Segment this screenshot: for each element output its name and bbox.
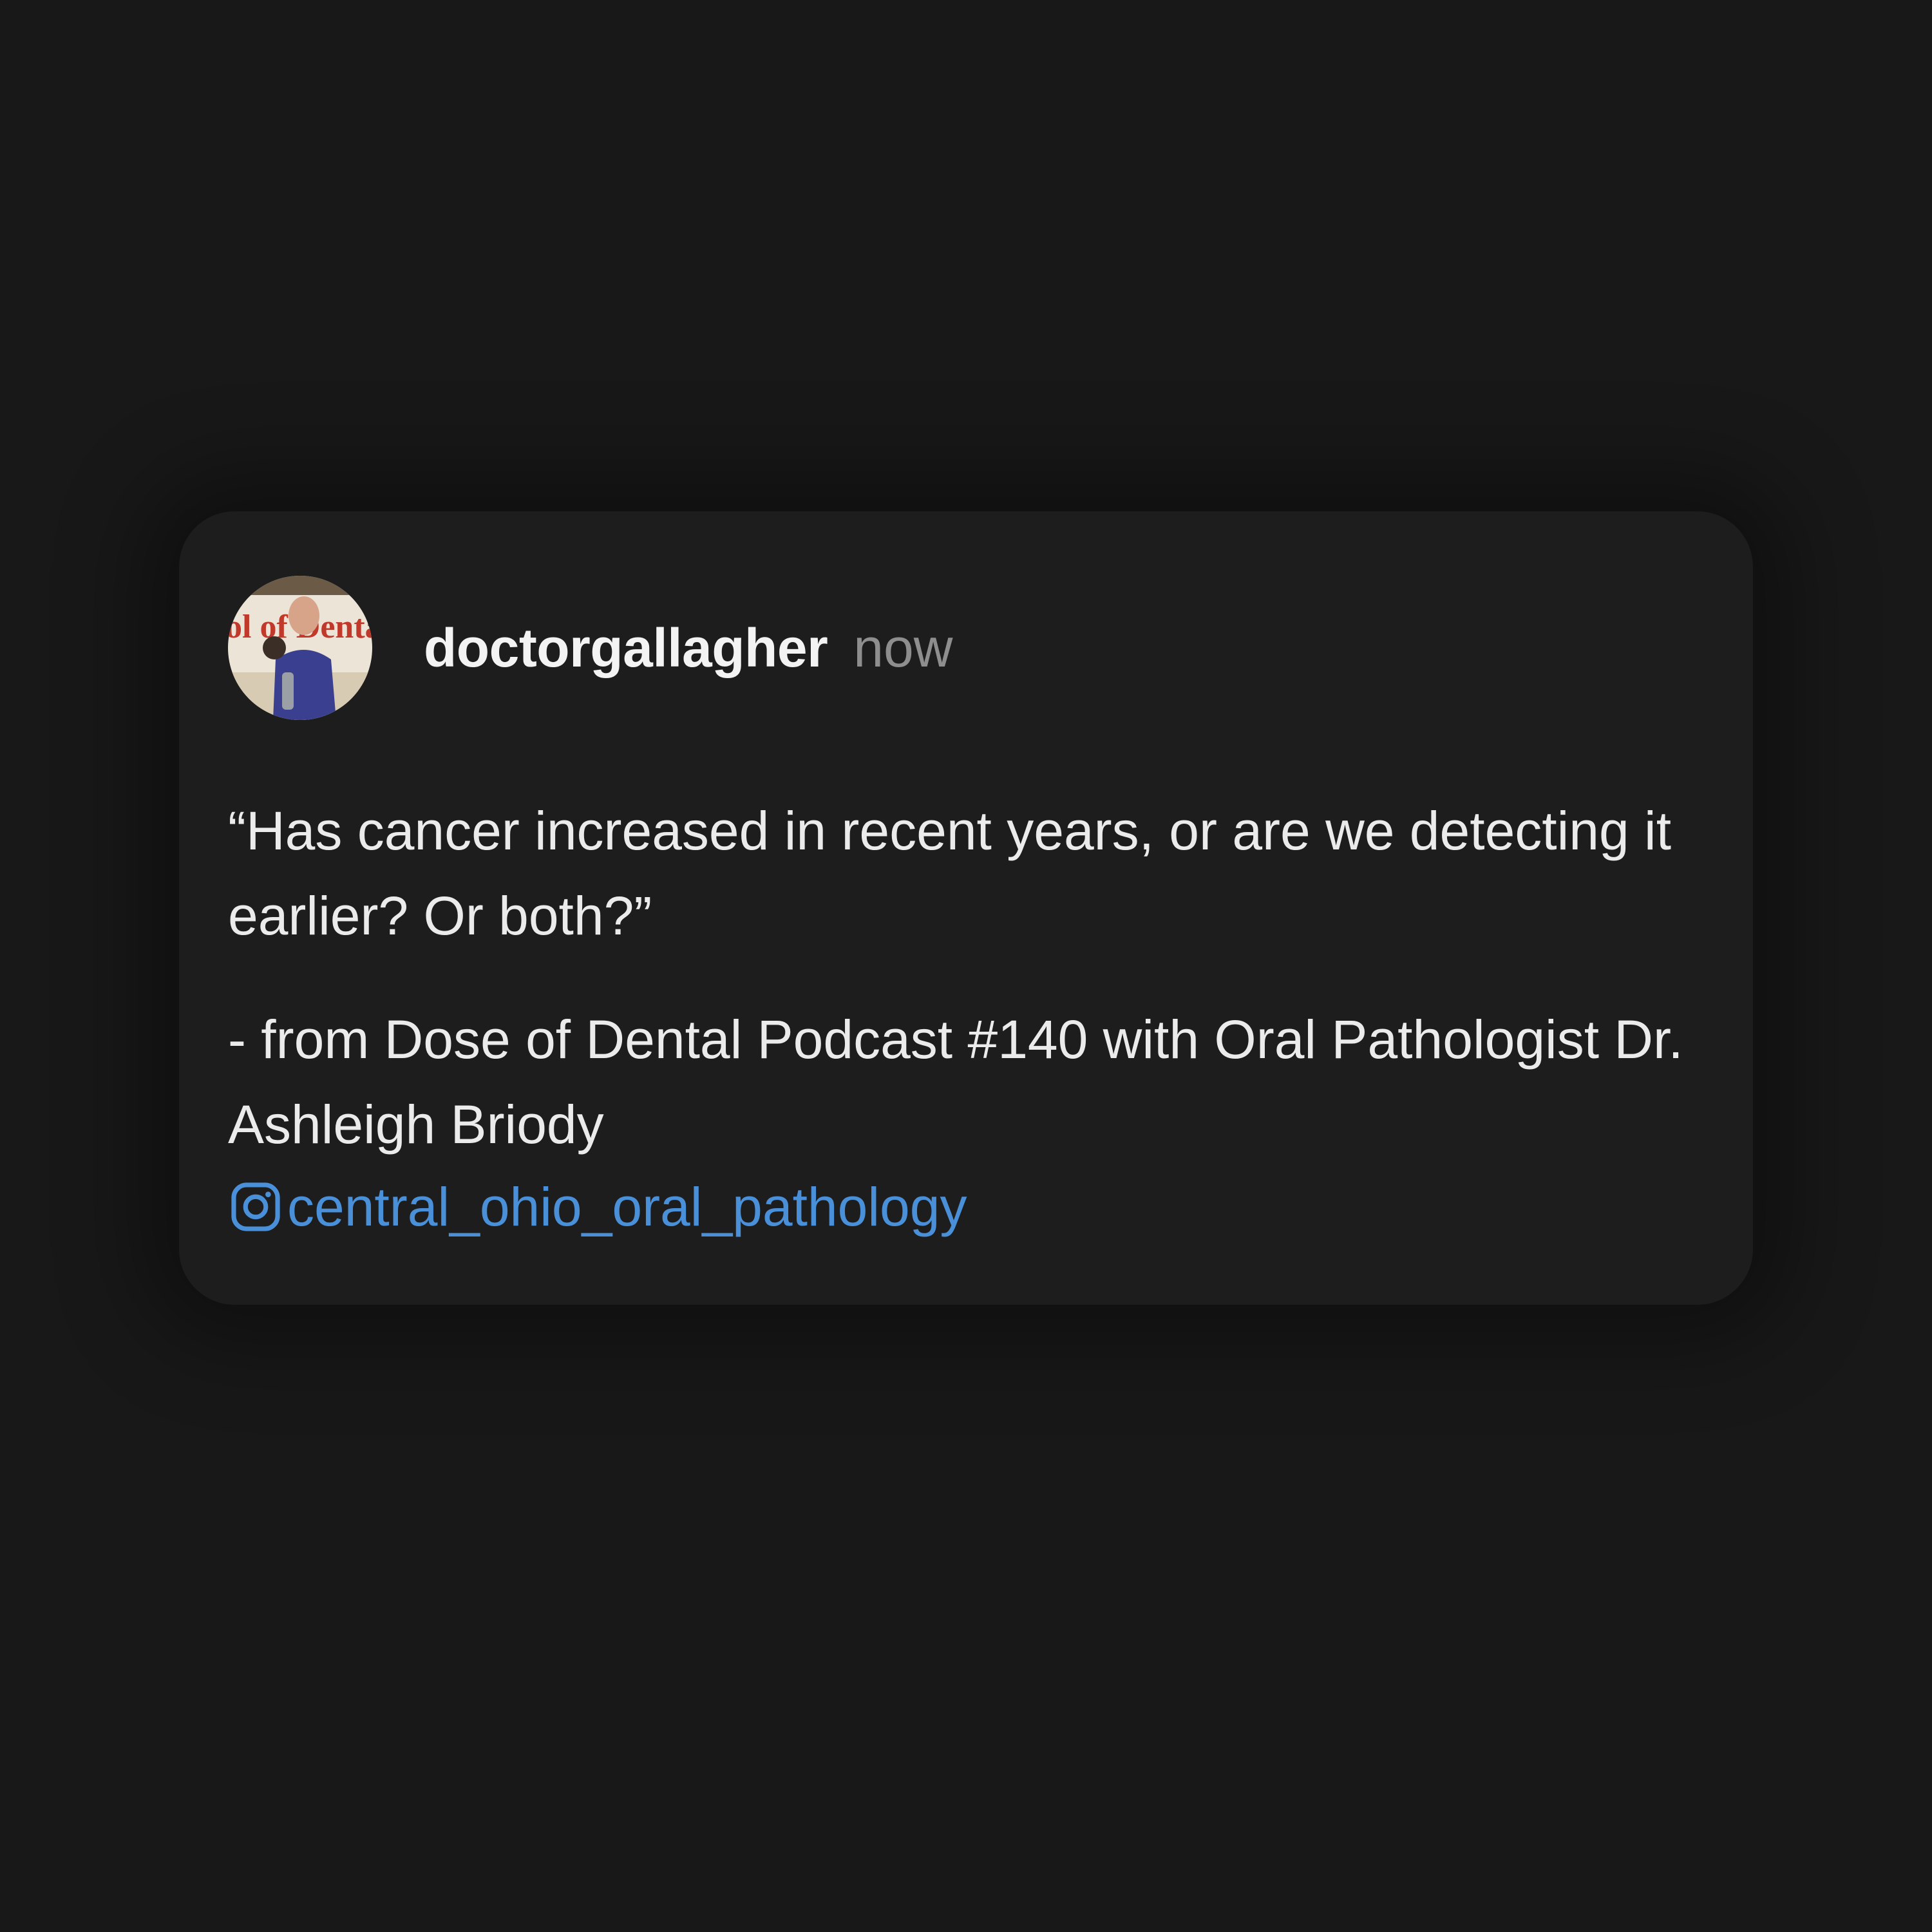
post-quote: “Has cancer increased in recent years, o… [228,800,1672,946]
instagram-mention-link[interactable]: central_ohio_oral_pathology [228,1167,1703,1247]
post-body: “Has cancer increased in recent years, o… [228,788,1703,1247]
username[interactable]: doctorgallagher [424,617,828,679]
instagram-icon [231,1182,280,1231]
timestamp: now [853,617,953,678]
avatar[interactable]: ol of Dental [228,576,372,720]
screen: ol of Dental doctorgallagher now “Has ca… [0,0,1932,1932]
mention-handle[interactable]: central_ohio_oral_pathology [287,1167,967,1247]
post-attribution: - from Dose of Dental Podcast #140 with … [228,1009,1683,1155]
profile-photo-icon: ol of Dental [228,576,372,720]
post-header: ol of Dental doctorgallagher now [228,576,952,720]
post-card[interactable]: ol of Dental doctorgallagher now “Has ca… [179,511,1753,1305]
